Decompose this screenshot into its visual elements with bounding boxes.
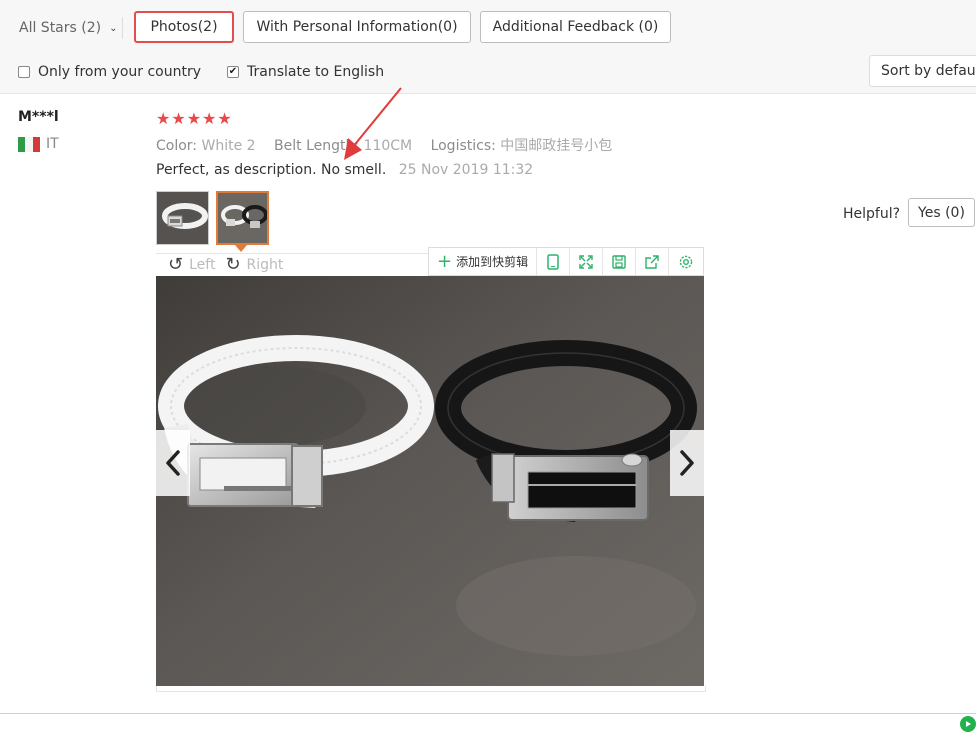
review-body: Perfect, as description. No smell. 25 No… bbox=[156, 162, 533, 178]
tab-additional-feedback[interactable]: Additional Feedback (0) bbox=[480, 11, 671, 43]
country-code: IT bbox=[46, 136, 59, 152]
helpful-yes-button[interactable]: Yes (0) bbox=[908, 198, 975, 227]
attr-color-key: Color: bbox=[156, 138, 198, 154]
rotate-right-button[interactable]: ↻ Right bbox=[225, 256, 283, 274]
two-belts-photo-thumbnail bbox=[218, 193, 267, 243]
review-date: 25 Nov 2019 11:32 bbox=[398, 162, 534, 178]
attr-length-value: 110CM bbox=[363, 138, 413, 154]
selected-thumbnail-pointer bbox=[235, 245, 247, 252]
share-icon bbox=[645, 254, 659, 269]
sort-label: Sort by default bbox=[881, 63, 976, 79]
italy-flag-icon bbox=[18, 136, 40, 152]
belts-photo bbox=[156, 276, 704, 686]
all-stars-dropdown[interactable]: All Stars (2) ⌄ bbox=[8, 8, 123, 48]
translate-label: Translate to English bbox=[247, 64, 385, 80]
star-icon: ★ bbox=[202, 109, 218, 128]
tab-additional-feedback-label: Additional Feedback (0) bbox=[492, 19, 659, 35]
tab-photos[interactable]: Photos(2) bbox=[134, 11, 234, 43]
rotate-right-label: Right bbox=[246, 257, 284, 273]
filter-bar: All Stars (2) ⌄ Photos(2) With Personal … bbox=[0, 0, 976, 94]
star-icon: ★ bbox=[156, 109, 172, 128]
attr-color-value: White 2 bbox=[201, 138, 256, 154]
only-country-label: Only from your country bbox=[38, 64, 202, 80]
save-button[interactable] bbox=[603, 248, 637, 275]
save-icon bbox=[612, 254, 626, 269]
rotate-left-icon: ↺ bbox=[168, 254, 184, 275]
order-attributes: Color: White 2 Belt Length: 110CM Logist… bbox=[156, 135, 626, 155]
review-text: Perfect, as description. No smell. bbox=[156, 162, 387, 178]
reviewer-name: M***l bbox=[18, 109, 59, 125]
rotate-right-icon: ↻ bbox=[225, 254, 241, 275]
helpful-label: Helpful? bbox=[843, 206, 901, 222]
chevron-left-icon bbox=[166, 450, 180, 476]
phone-button[interactable] bbox=[537, 248, 571, 275]
chevron-down-icon: ⌄ bbox=[109, 22, 118, 34]
next-photo-button[interactable] bbox=[670, 430, 704, 496]
all-stars-label: All Stars (2) bbox=[19, 20, 102, 36]
photo-thumbnail-2[interactable] bbox=[216, 191, 269, 245]
attr-length-key: Belt Length: bbox=[274, 138, 360, 154]
add-to-clip-label: 添加到快剪辑 bbox=[456, 255, 529, 269]
tab-photos-label: Photos(2) bbox=[150, 19, 218, 35]
divider bbox=[122, 17, 123, 39]
reviewer-country: IT bbox=[18, 136, 59, 152]
only-country-filter[interactable]: Only from your country bbox=[18, 62, 201, 82]
star-icon: ★ bbox=[171, 109, 187, 128]
helpful-yes-label: Yes (0) bbox=[918, 204, 965, 221]
translate-checkbox[interactable]: ✔ bbox=[227, 66, 239, 78]
rotate-left-button[interactable]: ↺ Left bbox=[168, 256, 215, 274]
photo-thumbnail-1[interactable] bbox=[156, 191, 209, 245]
attr-logistics-key: Logistics: bbox=[430, 138, 496, 154]
white-belt-photo-thumbnail bbox=[157, 192, 208, 244]
photo-frame bbox=[156, 686, 706, 692]
only-country-checkbox[interactable] bbox=[18, 66, 30, 78]
settings-icon bbox=[679, 255, 692, 268]
fullscreen-button[interactable] bbox=[570, 248, 604, 275]
translate-filter[interactable]: ✔ Translate to English bbox=[227, 62, 384, 82]
tab-personal-information-label: With Personal Information(0) bbox=[256, 19, 458, 35]
star-icon: ★ bbox=[217, 109, 233, 128]
main-review-photo bbox=[156, 276, 704, 686]
sort-dropdown[interactable]: Sort by default bbox=[869, 55, 976, 87]
fullscreen-icon bbox=[579, 254, 593, 269]
settings-button[interactable] bbox=[669, 248, 702, 275]
attr-logistics-value: 中国邮政挂号小包 bbox=[500, 138, 613, 154]
image-toolbar: + 添加到快剪辑 bbox=[428, 247, 704, 276]
section-divider bbox=[0, 713, 976, 714]
phone-icon bbox=[547, 253, 559, 270]
rotate-left-label: Left bbox=[189, 257, 216, 273]
prev-photo-button[interactable] bbox=[156, 430, 190, 496]
share-button[interactable] bbox=[636, 248, 670, 275]
tab-personal-information[interactable]: With Personal Information(0) bbox=[243, 11, 471, 43]
play-icon[interactable] bbox=[960, 716, 976, 732]
add-to-clip-button[interactable]: + 添加到快剪辑 bbox=[429, 248, 538, 275]
star-rating: ★★★★★ bbox=[156, 109, 233, 128]
star-icon: ★ bbox=[186, 109, 203, 128]
chevron-right-icon bbox=[680, 450, 694, 476]
plus-icon: + bbox=[437, 250, 453, 272]
